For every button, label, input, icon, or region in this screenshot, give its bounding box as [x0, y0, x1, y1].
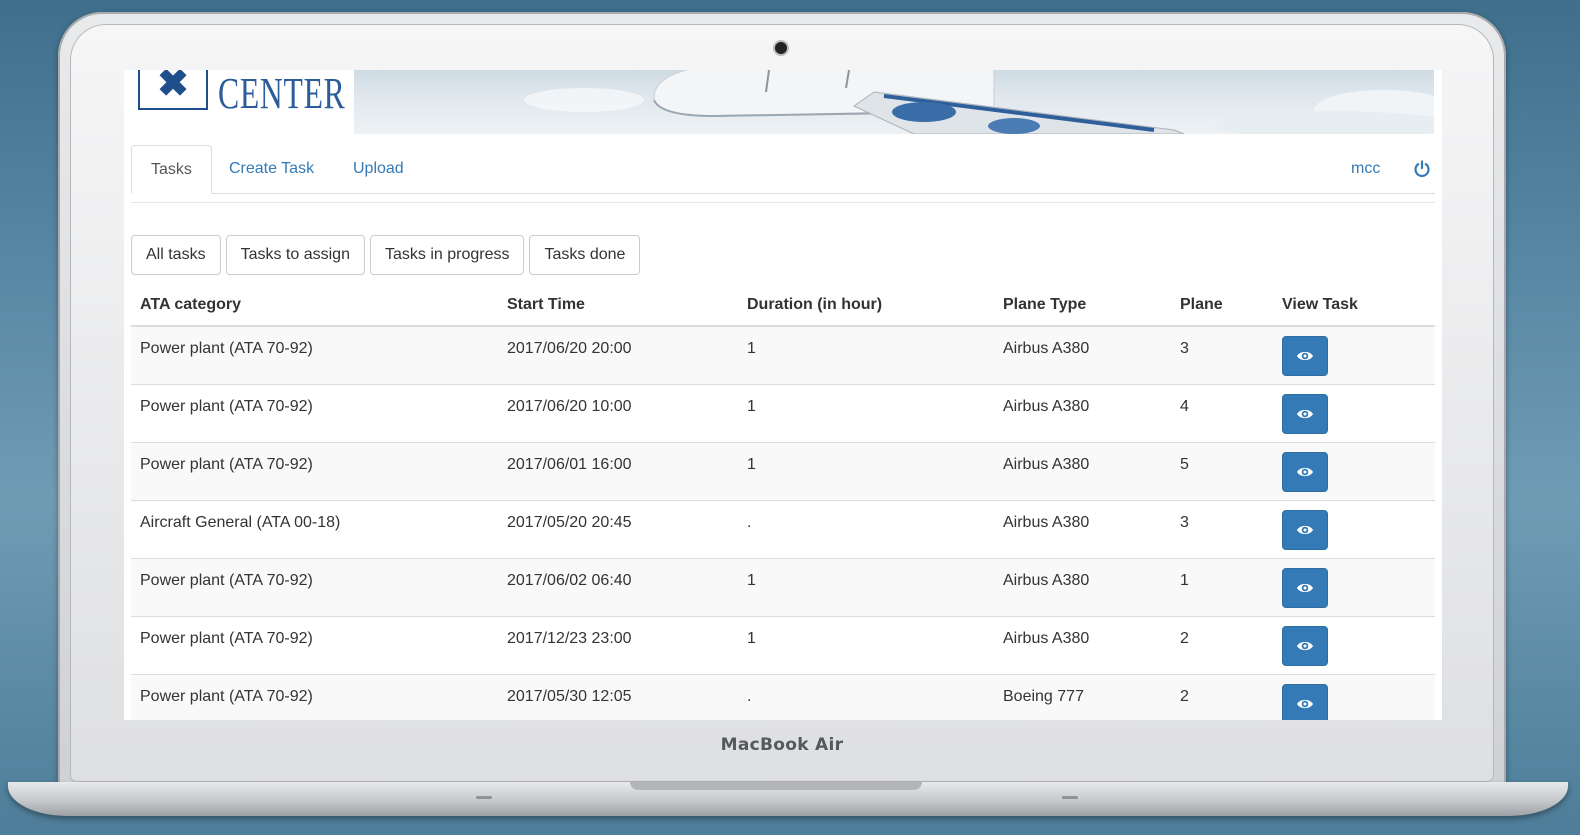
eye-icon [1297, 641, 1313, 650]
cell-duration: . [738, 673, 994, 720]
table-header-row: ATA category Start Time Duration (in hou… [131, 285, 1435, 327]
app-title: CENTER [218, 70, 346, 118]
view-task-button[interactable] [1282, 509, 1328, 550]
cell-ata-category: Power plant (ATA 70-92) [131, 383, 498, 442]
cell-plane: 1 [1171, 557, 1273, 616]
cell-plane: 2 [1171, 673, 1273, 720]
cell-plane: 2 [1171, 615, 1273, 674]
cell-plane-type: Airbus A380 [994, 325, 1171, 384]
cell-plane: 3 [1171, 325, 1273, 384]
cell-duration: 1 [738, 557, 994, 616]
column-header-view-task: View Task [1273, 285, 1435, 327]
cell-start-time: 2017/05/20 20:45 [498, 499, 738, 558]
cell-view-task [1273, 383, 1435, 442]
cell-view-task [1273, 557, 1435, 616]
eye-icon [1297, 699, 1313, 708]
cell-ata-category: Power plant (ATA 70-92) [131, 615, 498, 674]
column-header-plane: Plane [1171, 285, 1273, 327]
table-row: Power plant (ATA 70-92) 2017/06/20 10:00 1… [131, 383, 1435, 442]
section-divider [131, 202, 1435, 203]
banner-airplane-image [354, 70, 1434, 134]
task-filter-group: All tasks Tasks to assign Tasks in progr… [131, 235, 641, 275]
table-row: Power plant (ATA 70-92) 2017/06/20 20:00 1… [131, 325, 1435, 384]
cell-duration: 1 [738, 615, 994, 674]
cell-ata-category: Power plant (ATA 70-92) [131, 673, 498, 720]
view-task-button[interactable] [1282, 683, 1328, 720]
cell-start-time: 2017/06/20 10:00 [498, 383, 738, 442]
cell-plane-type: Airbus A380 [994, 499, 1171, 558]
cell-duration: 1 [738, 383, 994, 442]
filter-tasks-to-assign-button[interactable]: Tasks to assign [225, 235, 365, 275]
filter-tasks-done-button[interactable]: Tasks done [529, 235, 641, 275]
cell-start-time: 2017/06/20 20:00 [498, 325, 738, 384]
cell-view-task [1273, 499, 1435, 558]
view-task-button[interactable] [1282, 393, 1328, 434]
cell-start-time: 2017/06/01 16:00 [498, 441, 738, 500]
view-task-button[interactable] [1282, 567, 1328, 608]
cell-plane-type: Airbus A380 [994, 615, 1171, 674]
cell-plane: 4 [1171, 383, 1273, 442]
tab-create-task[interactable]: Create Task [210, 145, 333, 192]
cell-duration: 1 [738, 441, 994, 500]
cell-plane-type: Boeing 777 [994, 673, 1171, 720]
user-menu-link[interactable]: mcc [1339, 145, 1392, 192]
cell-view-task [1273, 615, 1435, 674]
table-row: Power plant (ATA 70-92) 2017/05/30 12:05.… [131, 673, 1435, 720]
view-task-button[interactable] [1282, 625, 1328, 666]
eye-icon [1297, 409, 1313, 418]
cell-ata-category: Power plant (ATA 70-92) [131, 557, 498, 616]
logo-icon: ✖ [138, 70, 208, 110]
table-row: Power plant (ATA 70-92) 2017/12/23 23:00 1… [131, 615, 1435, 674]
cell-ata-category: Power plant (ATA 70-92) [131, 441, 498, 500]
tab-upload[interactable]: Upload [334, 145, 423, 192]
cell-ata-category: Aircraft General (ATA 00-18) [131, 499, 498, 558]
table-row: Power plant (ATA 70-92) 2017/06/02 06:40 1… [131, 557, 1435, 616]
cell-duration: 1 [738, 325, 994, 384]
column-header-duration: Duration (in hour) [738, 285, 994, 327]
cell-ata-category: Power plant (ATA 70-92) [131, 325, 498, 384]
view-task-button[interactable] [1282, 451, 1328, 492]
cell-duration: . [738, 499, 994, 558]
column-header-start-time: Start Time [498, 285, 738, 327]
tab-tasks[interactable]: Tasks [131, 145, 212, 194]
nav-tabs: Tasks Create Task Upload mcc [131, 145, 1435, 194]
laptop-foot [1062, 796, 1078, 799]
view-task-button[interactable] [1282, 336, 1328, 376]
filter-tasks-in-progress-button[interactable]: Tasks in progress [369, 235, 525, 275]
column-header-plane-type: Plane Type [994, 285, 1171, 327]
airplane-icon [524, 70, 1434, 134]
cell-view-task [1273, 325, 1435, 384]
app-screen: ✖ CENTER Tasks Create Task Upload mcc Al… [124, 70, 1442, 720]
power-icon[interactable] [1412, 159, 1432, 179]
eye-icon [1297, 467, 1313, 476]
table-row: Aircraft General (ATA 00-18) 2017/05/20 2… [131, 499, 1435, 558]
cell-view-task [1273, 673, 1435, 720]
cell-start-time: 2017/05/30 12:05 [498, 673, 738, 720]
cell-plane: 5 [1171, 441, 1273, 500]
table-row: Power plant (ATA 70-92) 2017/06/01 16:00 1… [131, 441, 1435, 500]
tasks-table: ATA category Start Time Duration (in hou… [131, 285, 1435, 720]
filter-all-tasks-button[interactable]: All tasks [131, 235, 221, 275]
eye-icon [1297, 525, 1313, 534]
cell-plane-type: Airbus A380 [994, 557, 1171, 616]
laptop-foot [476, 796, 492, 799]
camera-dot [775, 42, 787, 54]
eye-icon [1297, 351, 1313, 361]
cell-view-task [1273, 441, 1435, 500]
cell-plane-type: Airbus A380 [994, 383, 1171, 442]
cell-plane-type: Airbus A380 [994, 441, 1171, 500]
tools-icon: ✖ [157, 70, 189, 105]
device-brand-label: MacBook Air [720, 735, 844, 755]
laptop-hinge [630, 782, 922, 790]
cell-start-time: 2017/06/02 06:40 [498, 557, 738, 616]
header-banner: ✖ CENTER [124, 70, 1442, 134]
cell-start-time: 2017/12/23 23:00 [498, 615, 738, 674]
cell-plane: 3 [1171, 499, 1273, 558]
eye-icon [1297, 583, 1313, 592]
column-header-ata-category: ATA category [131, 285, 498, 327]
